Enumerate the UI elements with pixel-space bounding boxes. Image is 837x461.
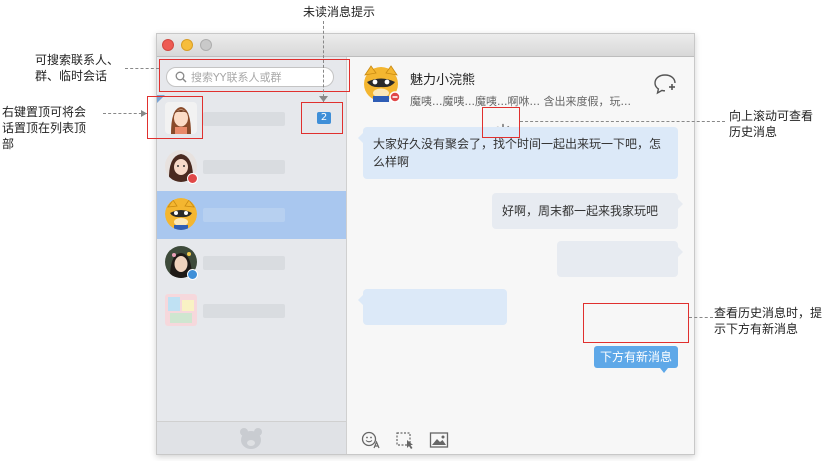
contact-name-placeholder (203, 256, 285, 270)
chat-panel: 魅力小浣熊 魔咦...魔咦...魔咦...啊咻... 含出来度假，玩... 大家… (347, 57, 694, 454)
arrow-down-icon (319, 96, 328, 102)
status-busy-icon (187, 173, 198, 184)
contact-name-placeholder (203, 112, 285, 126)
highlight-new-message-button (583, 303, 689, 343)
title-bar[interactable] (157, 34, 694, 57)
leader-line-unread (323, 21, 324, 102)
contact-name-placeholder (203, 304, 285, 318)
image-icon[interactable] (429, 431, 449, 449)
chat-header: 魅力小浣熊 魔咦...魔咦...魔咦...啊咻... 含出来度假，玩... (347, 57, 694, 117)
close-window-button[interactable] (162, 39, 174, 51)
message-bubble-outgoing[interactable]: 好啊，周末都一起来我家玩吧 (492, 193, 683, 229)
conversation-item[interactable] (157, 143, 346, 191)
avatar (165, 294, 197, 326)
leader-line-search (125, 68, 159, 69)
emoji-icon[interactable] (361, 431, 381, 449)
chat-input-toolbar (347, 427, 694, 454)
annotation-search-hint: 可搜索联系人、 群、临时会话 (35, 53, 120, 83)
bubble-tail (678, 247, 683, 257)
leader-line-new-msg (689, 317, 713, 318)
maximize-window-button[interactable] (200, 39, 212, 51)
annotation-pin-hint: 右键置顶可将会 话置顶在列表顶 部 (2, 105, 87, 151)
new-chat-icon[interactable] (653, 73, 677, 95)
highlight-loading-spinner (482, 107, 520, 138)
highlight-unread-badge (301, 102, 343, 134)
contact-name-placeholder (203, 160, 285, 174)
raccoon-avatar-icon (165, 198, 197, 230)
annotation-new-msg-hint: 查看历史消息时，提 示下方有新消息 (714, 306, 823, 336)
annotation-scroll-hint: 向上滚动可查看 历史消息 (729, 109, 814, 139)
message-bubble-outgoing-placeholder[interactable] (557, 241, 683, 277)
message-text: 大家好久没有聚会了，找个时间一起出来玩一下吧，怎么样啊 (373, 137, 662, 169)
new-message-pointer (660, 368, 668, 373)
message-text: 好啊，周末都一起来我家玩吧 (502, 204, 659, 218)
yy-chat-window: 2 (156, 33, 695, 455)
contact-signature: 魔咦...魔咦...魔咦...啊咻... 含出来度假，玩... (410, 95, 631, 108)
status-mobile-icon (187, 269, 198, 280)
highlight-search-box (159, 59, 350, 92)
contact-name: 魅力小浣熊 (410, 73, 476, 88)
contact-name-placeholder (203, 208, 285, 222)
conversation-item[interactable] (157, 287, 346, 335)
contact-avatar-icon[interactable] (362, 64, 400, 102)
new-message-button[interactable]: 下方有新消息 (594, 346, 678, 368)
conversation-item[interactable] (157, 239, 346, 287)
sidebar-footer (157, 421, 346, 454)
leader-line-scroll (520, 121, 725, 122)
screenshot-icon[interactable] (395, 431, 415, 449)
annotation-unread-hint: 未读消息提示 (303, 5, 376, 19)
highlight-pinned-conversation (147, 96, 203, 139)
minimize-window-button[interactable] (181, 39, 193, 51)
bubble-tail (358, 133, 363, 143)
yy-bear-icon[interactable] (238, 426, 264, 450)
bubble-tail (358, 295, 363, 305)
bubble-tail (678, 199, 683, 209)
message-bubble-incoming[interactable]: 大家好久没有聚会了，找个时间一起出来玩一下吧，怎么样啊 (358, 127, 678, 179)
conversation-item-selected[interactable] (157, 191, 346, 239)
arrow-right-icon (141, 110, 147, 117)
message-bubble-incoming-placeholder[interactable] (358, 289, 507, 325)
